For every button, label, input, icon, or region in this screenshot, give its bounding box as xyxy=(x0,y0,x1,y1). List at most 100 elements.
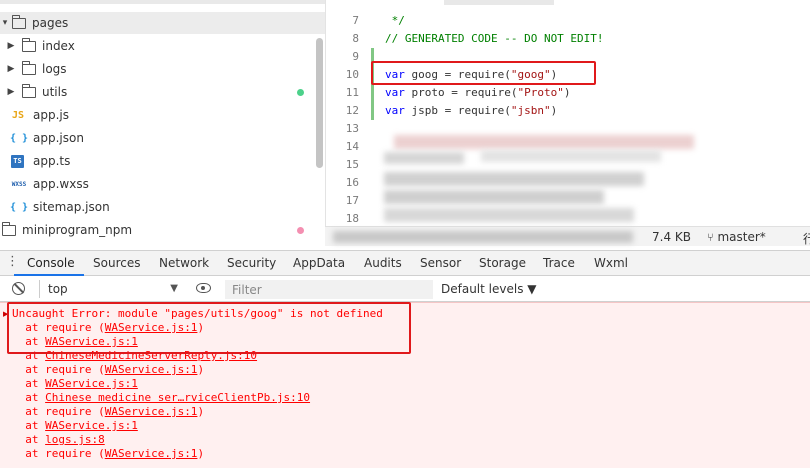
tree-folder-index[interactable]: ▶ index xyxy=(0,35,312,57)
stack-frame: at Chinese medicine ser…rviceClientPb.js… xyxy=(12,391,311,404)
chevron-down-icon: ▾ xyxy=(2,18,8,28)
tab-wxml[interactable]: Wxml xyxy=(594,256,628,270)
file-explorer: ▾ pages ▶ index ▶ logs ▶ utils JS app.js… xyxy=(0,0,325,245)
stack-frame: at require (WAService.js:1) xyxy=(12,405,205,418)
tree-folder-utils[interactable]: ▶ utils xyxy=(0,81,312,103)
tab-appdata[interactable]: AppData xyxy=(293,256,345,270)
folder-icon xyxy=(1,221,16,236)
redacted-code xyxy=(384,190,604,204)
tree-item-label: app.wxss xyxy=(33,177,89,191)
modified-status-dot xyxy=(297,227,304,234)
tab-sources[interactable]: Sources xyxy=(93,256,140,270)
tree-item-label: app.json xyxy=(33,131,84,145)
context-selector-value: top xyxy=(48,282,68,296)
stack-link[interactable]: WAService.js:1 xyxy=(45,419,138,432)
filter-input[interactable] xyxy=(225,280,433,299)
tree-item-label: logs xyxy=(42,62,67,76)
dropdown-arrow-icon: ▼ xyxy=(170,283,178,294)
tree-folder-miniprogram-npm[interactable]: miniprogram_npm xyxy=(0,219,312,241)
tab-security[interactable]: Security xyxy=(227,256,276,270)
tab-storage[interactable]: Storage xyxy=(479,256,526,270)
annotation-highlight-box xyxy=(371,61,596,85)
tree-scrollbar[interactable] xyxy=(316,38,323,168)
folder-icon xyxy=(21,83,36,98)
line-number: 11 xyxy=(345,86,359,99)
tab-trace[interactable]: Trace xyxy=(543,256,575,270)
tree-file-sitemap-json[interactable]: { } sitemap.json xyxy=(0,196,312,218)
json-icon: { } xyxy=(10,132,29,144)
context-selector[interactable]: top ▼ xyxy=(39,280,184,298)
tab-network[interactable]: Network xyxy=(159,256,209,270)
redacted-code xyxy=(384,208,634,222)
log-levels-dropdown[interactable]: Default levels ▼ xyxy=(441,282,537,296)
git-branch[interactable]: ⑂ master* xyxy=(707,230,766,244)
explorer-header-strip xyxy=(0,0,325,4)
stack-frame: at WAService.js:1 xyxy=(12,419,138,432)
redacted-code xyxy=(481,150,661,162)
tree-item-label: sitemap.json xyxy=(33,200,110,214)
chevron-right-icon: ▶ xyxy=(7,41,15,51)
stack-link[interactable]: WAService.js:1 xyxy=(45,377,138,390)
devtools-tab-bar: ⋮ Console Sources Network Security AppDa… xyxy=(0,250,810,276)
line-number: 15 xyxy=(345,158,359,171)
stack-link[interactable]: Chinese medicine ser…rviceClientPb.js:10 xyxy=(45,391,310,404)
folder-icon xyxy=(21,37,36,52)
panel-toggle-icon[interactable]: ⋮ xyxy=(6,254,19,269)
tree-item-label: miniprogram_npm xyxy=(22,223,133,237)
cursor-position[interactable]: 行 xyxy=(803,230,810,247)
ts-icon: TS xyxy=(11,154,24,168)
tree-folder-pages[interactable]: ▾ pages xyxy=(0,12,325,34)
git-branch-label: master* xyxy=(717,230,766,244)
tab-sensor[interactable]: Sensor xyxy=(420,256,461,270)
folder-open-icon xyxy=(11,14,26,29)
tree-file-app-ts[interactable]: TS app.ts xyxy=(0,150,312,172)
code-line: var jspb = require("jsbn") xyxy=(385,104,558,117)
line-number: 12 xyxy=(345,104,359,117)
line-number: 14 xyxy=(345,140,359,153)
tree-item-label: utils xyxy=(42,85,68,99)
line-number: 9 xyxy=(352,50,359,63)
line-number: 7 xyxy=(352,14,359,27)
line-number: 8 xyxy=(352,32,359,45)
folder-icon xyxy=(21,60,36,75)
console-toolbar: top ▼ Default levels ▼ xyxy=(0,277,810,302)
eye-icon[interactable] xyxy=(196,283,211,293)
editor-tab[interactable] xyxy=(444,0,554,5)
line-number: 13 xyxy=(345,122,359,135)
tree-item-label: index xyxy=(42,39,75,53)
tree-file-app-js[interactable]: JS app.js xyxy=(0,104,312,126)
json-icon: { } xyxy=(10,201,29,213)
stack-frame: at logs.js:8 xyxy=(12,433,105,446)
code-editor[interactable]: 7 8 9 10 11 12 14 13 15 16 17 18 */ // G… xyxy=(325,0,810,226)
tree-item-label: app.ts xyxy=(33,154,71,168)
code-line: */ xyxy=(385,14,405,27)
stack-link[interactable]: WAService.js:1 xyxy=(105,447,198,460)
stack-link[interactable]: WAService.js:1 xyxy=(105,405,198,418)
stack-frame: at WAService.js:1 xyxy=(12,377,138,390)
chevron-right-icon: ▶ xyxy=(7,64,15,74)
status-bar: 7.4 KB ⑂ master* 行 xyxy=(325,226,810,246)
clear-console-icon[interactable] xyxy=(12,282,25,295)
tree-item-label: pages xyxy=(32,16,69,30)
stack-frame: at require (WAService.js:1) xyxy=(12,447,205,460)
line-number: 18 xyxy=(345,212,359,225)
line-number: 17 xyxy=(345,194,359,207)
tab-audits[interactable]: Audits xyxy=(364,256,402,270)
tree-file-app-json[interactable]: { } app.json xyxy=(0,127,312,149)
redacted-code xyxy=(384,172,644,186)
stack-link[interactable]: WAService.js:1 xyxy=(105,363,198,376)
git-branch-icon: ⑂ xyxy=(707,231,714,244)
modified-status-dot xyxy=(297,89,304,96)
active-tab-indicator xyxy=(14,274,84,276)
file-size: 7.4 KB xyxy=(652,230,691,244)
code-line: var proto = require("Proto") xyxy=(385,86,571,99)
tree-folder-logs[interactable]: ▶ logs xyxy=(0,58,312,80)
js-icon: JS xyxy=(11,109,25,121)
stack-link[interactable]: logs.js:8 xyxy=(45,433,105,446)
stack-frame: at require (WAService.js:1) xyxy=(12,363,205,376)
tab-console[interactable]: Console xyxy=(27,256,75,270)
redacted-status xyxy=(333,231,633,243)
tree-file-app-wxss[interactable]: WXSS app.wxss xyxy=(0,173,312,195)
line-number: 16 xyxy=(345,176,359,189)
chevron-right-icon: ▶ xyxy=(7,87,15,97)
